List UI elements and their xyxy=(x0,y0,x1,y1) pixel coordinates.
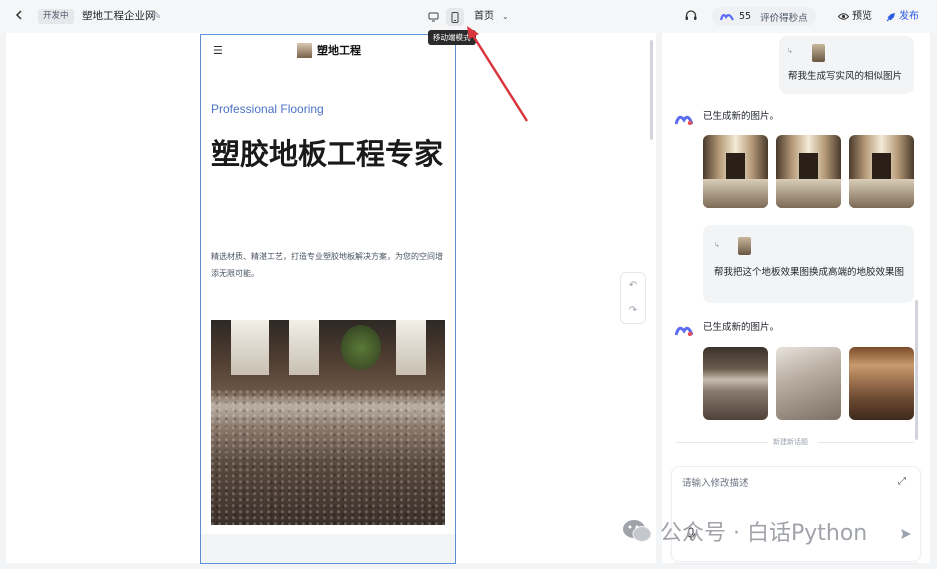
hero-eyebrow: Professional Flooring xyxy=(211,102,324,116)
chat-scrollbar[interactable] xyxy=(915,300,918,440)
hero-title: 塑胶地板工程专家 xyxy=(211,139,444,171)
project-title: 塑地工程企业网 xyxy=(82,10,156,22)
back-button[interactable] xyxy=(10,8,28,26)
points-label: 评价得秒点 xyxy=(760,12,808,24)
page-select-value: 首页 xyxy=(474,11,494,22)
expand-icon[interactable]: ⤢ xyxy=(898,476,906,488)
points-count: 55 xyxy=(739,11,752,22)
preview-label: 预览 xyxy=(852,11,872,22)
status-badge: 开发中 xyxy=(38,9,74,24)
send-icon[interactable] xyxy=(900,528,912,540)
site-brand: 塑地工程 xyxy=(317,44,361,57)
hero-floor-image[interactable] xyxy=(211,320,445,525)
edit-icon[interactable]: ✎ xyxy=(153,9,161,24)
ai-message-text: 已生成新的图片。 xyxy=(703,111,780,122)
attachment-icon: ↳ xyxy=(714,241,720,249)
watermark: 公众号 · 白话Python xyxy=(622,515,867,547)
attached-image-thumbnail[interactable] xyxy=(738,237,751,255)
publish-button[interactable]: 发布 xyxy=(886,9,919,24)
monitor-icon xyxy=(428,12,438,22)
attachment-icon: ↳ xyxy=(787,47,793,55)
hero-description: 精选材质、精湛工艺，打造专业塑胶地板解决方案，为您的空间增添无限可能。 xyxy=(211,252,443,278)
app-window: 开发中 塑地工程企业网 ✎ 首页 ⌄ 55 评价得秒点 预览 发布 ↶ ↷ ☰ … xyxy=(0,0,937,569)
generated-image-3[interactable] xyxy=(849,135,914,208)
divider xyxy=(818,442,914,443)
watermark-text: 公众号 · 白话Python xyxy=(660,521,868,546)
user-message: ↳ 帮我生成写实风的相似图片 xyxy=(779,36,914,94)
desktop-mode-button[interactable] xyxy=(424,8,442,26)
mobile-preview-frame[interactable]: ☰ 塑地工程 Professional Flooring 塑胶地板工程专家 精选… xyxy=(200,34,456,564)
divider xyxy=(676,442,768,443)
attached-image-thumbnail[interactable] xyxy=(812,44,825,62)
points-badge[interactable]: 55 评价得秒点 xyxy=(712,7,816,26)
ai-message-text: 已生成新的图片。 xyxy=(703,322,780,333)
undo-redo-toolbar: ↶ ↷ xyxy=(620,272,646,324)
wechat-logo-icon xyxy=(623,520,652,542)
undo-icon[interactable]: ↶ xyxy=(621,273,645,298)
site-header: ☰ 塑地工程 xyxy=(201,35,455,67)
chevron-down-icon: ⌄ xyxy=(502,12,509,21)
generated-image-6[interactable] xyxy=(849,347,914,420)
headset-icon[interactable] xyxy=(684,9,698,23)
ai-avatar-icon xyxy=(675,115,693,125)
user-message: ↳ 帮我把这个地板效果图换成高端的地胶效果图 xyxy=(703,225,914,303)
generated-image-1[interactable] xyxy=(703,135,768,208)
phone-icon xyxy=(451,11,459,23)
eye-icon xyxy=(838,13,849,20)
site-logo-image xyxy=(296,42,313,59)
preview-button[interactable]: 预览 xyxy=(838,9,872,24)
new-topic-link[interactable]: 新建新话题 xyxy=(773,437,808,448)
chevron-left-icon xyxy=(15,10,22,20)
user-message-text: 帮我把这个地板效果图换成高端的地胶效果图 xyxy=(714,267,905,278)
hamburger-menu-icon[interactable]: ☰ xyxy=(213,44,223,58)
publish-label: 发布 xyxy=(899,11,919,22)
rocket-icon xyxy=(886,12,895,21)
generated-image-4[interactable] xyxy=(703,347,768,420)
canvas-scrollbar[interactable] xyxy=(650,40,653,140)
annotation-arrow xyxy=(467,26,529,122)
hero-section: Professional Flooring 塑胶地板工程专家 精选材质、精湛工艺… xyxy=(201,67,455,534)
ai-avatar-icon xyxy=(675,326,693,336)
user-message-text: 帮我生成写实风的相似图片 xyxy=(788,71,903,82)
points-logo-icon xyxy=(720,13,734,21)
chat-input-placeholder: 请输入修改描述 xyxy=(682,478,749,489)
generated-image-2[interactable] xyxy=(776,135,841,208)
redo-icon[interactable]: ↷ xyxy=(621,298,645,323)
generated-image-5[interactable] xyxy=(776,347,841,420)
